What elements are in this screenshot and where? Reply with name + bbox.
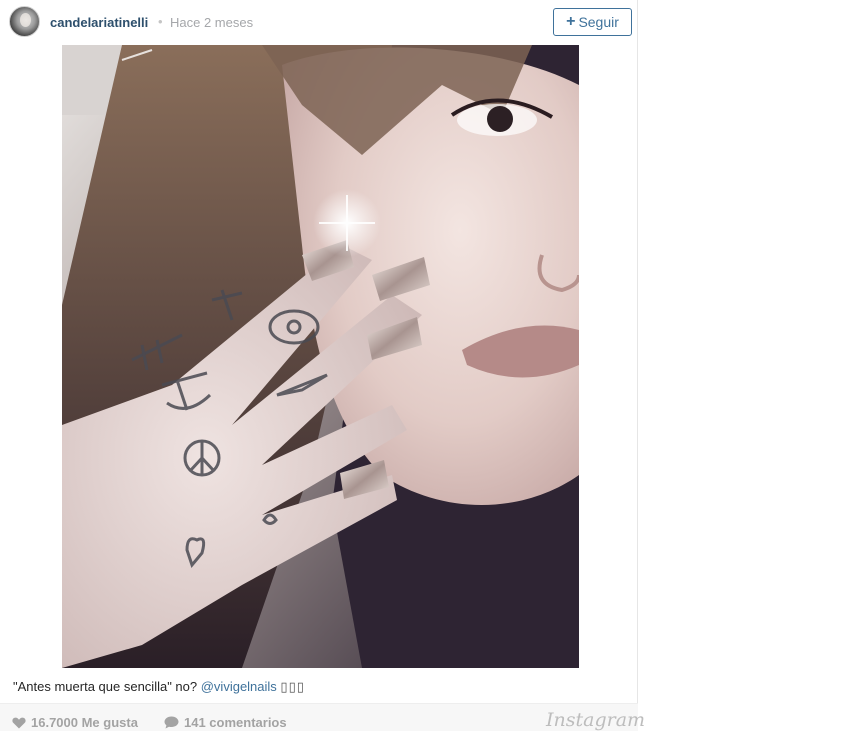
mention-link[interactable]: @vivigelnails — [201, 679, 277, 694]
post-footer: 16.7000 Me gusta 141 comentarios Instagr… — [0, 703, 645, 731]
post-header: candelariatinelli • Hace 2 meses + Segui… — [0, 0, 638, 44]
username-link[interactable]: candelariatinelli — [50, 15, 148, 30]
follow-button[interactable]: + Seguir — [553, 8, 632, 36]
caption-text: "Antes muerta que sencilla" no? — [13, 679, 201, 694]
likes-label: 16.7000 Me gusta — [31, 715, 138, 730]
separator-dot: • — [158, 14, 163, 29]
likes-count[interactable]: 16.7000 Me gusta — [12, 715, 138, 730]
post-photo[interactable] — [62, 45, 579, 668]
comments-count[interactable]: 141 comentarios — [164, 715, 287, 730]
caption-emoji: ▯▯▯ — [280, 679, 305, 694]
heart-icon — [12, 717, 26, 728]
comment-bubble-icon — [164, 716, 179, 729]
avatar[interactable] — [9, 6, 40, 37]
instagram-logo[interactable]: Instagram — [546, 709, 645, 731]
comments-label: 141 comentarios — [184, 715, 287, 730]
post-caption: "Antes muerta que sencilla" no? @vivigel… — [13, 679, 623, 695]
photo-illustration — [62, 45, 579, 668]
instagram-embed: candelariatinelli • Hace 2 meses + Segui… — [0, 0, 645, 731]
plus-icon: + — [566, 13, 576, 30]
follow-label: Seguir — [578, 14, 619, 30]
post-time[interactable]: Hace 2 meses — [170, 15, 253, 30]
